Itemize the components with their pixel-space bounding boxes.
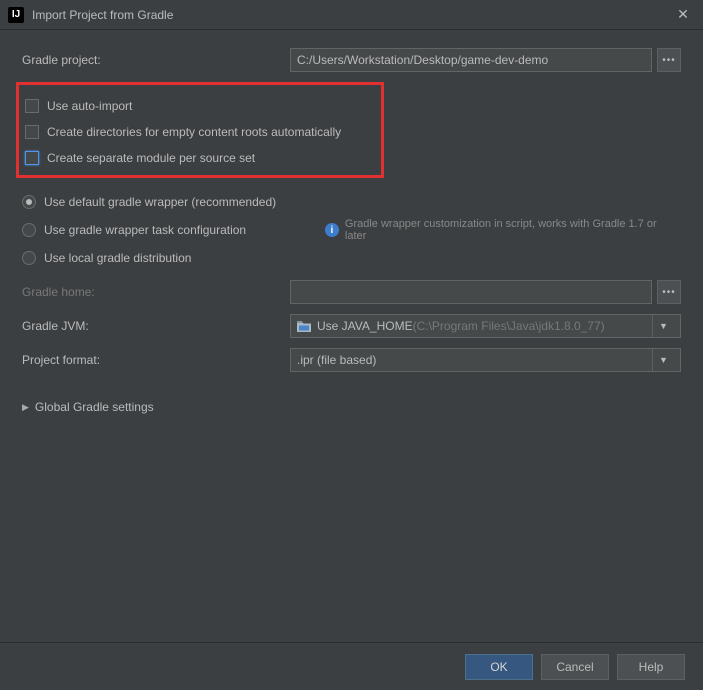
separate-modules-row[interactable]: Create separate module per source set bbox=[23, 145, 377, 171]
local-dist-row[interactable]: Use local gradle distribution bbox=[22, 244, 681, 272]
chevron-down-icon[interactable]: ▼ bbox=[652, 349, 674, 371]
project-format-row: Project format: .ipr (file based) ▼ bbox=[22, 348, 681, 372]
gradle-home-row: Gradle home: ••• bbox=[22, 280, 681, 304]
wrapper-task-hint-text: Gradle wrapper customization in script, … bbox=[345, 218, 681, 242]
cancel-button[interactable]: Cancel bbox=[541, 654, 609, 680]
gradle-jvm-label: Gradle JVM: bbox=[22, 319, 290, 333]
default-wrapper-row[interactable]: Use default gradle wrapper (recommended) bbox=[22, 188, 681, 216]
triangle-right-icon: ▶ bbox=[22, 402, 29, 413]
gradle-jvm-dropdown[interactable]: Use JAVA_HOME (C:\Program Files\Java\jdk… bbox=[290, 314, 681, 338]
create-dirs-row[interactable]: Create directories for empty content roo… bbox=[23, 119, 377, 145]
wrapper-task-row[interactable]: Use gradle wrapper task configuration bbox=[22, 216, 307, 244]
wrapper-task-label: Use gradle wrapper task configuration bbox=[44, 223, 246, 237]
help-button[interactable]: Help bbox=[617, 654, 685, 680]
folder-icon bbox=[297, 321, 311, 332]
gradle-jvm-value: Use JAVA_HOME bbox=[317, 319, 413, 333]
gradle-home-input[interactable] bbox=[290, 280, 652, 304]
intellij-icon: IJ bbox=[8, 7, 24, 23]
gradle-project-row: Gradle project: ••• bbox=[22, 48, 681, 72]
global-settings-expander[interactable]: ▶ Global Gradle settings bbox=[22, 390, 681, 424]
gradle-project-input[interactable] bbox=[290, 48, 652, 72]
create-dirs-label: Create directories for empty content roo… bbox=[47, 125, 341, 139]
separate-modules-label: Create separate module per source set bbox=[47, 151, 255, 165]
browse-gradle-home-button[interactable]: ••• bbox=[657, 280, 681, 304]
project-format-dropdown[interactable]: .ipr (file based) ▼ bbox=[290, 348, 681, 372]
gradle-jvm-detail: (C:\Program Files\Java\jdk1.8.0_77) bbox=[413, 319, 605, 333]
default-wrapper-radio[interactable] bbox=[22, 195, 36, 209]
default-wrapper-label: Use default gradle wrapper (recommended) bbox=[44, 195, 276, 209]
ok-button[interactable]: OK bbox=[465, 654, 533, 680]
local-dist-radio[interactable] bbox=[22, 251, 36, 265]
window-title: Import Project from Gradle bbox=[32, 8, 671, 22]
create-dirs-checkbox[interactable] bbox=[25, 125, 39, 139]
highlighted-options: Use auto-import Create directories for e… bbox=[16, 82, 384, 178]
separate-modules-checkbox[interactable] bbox=[25, 151, 39, 165]
auto-import-row[interactable]: Use auto-import bbox=[23, 93, 377, 119]
browse-gradle-project-button[interactable]: ••• bbox=[657, 48, 681, 72]
gradle-home-label: Gradle home: bbox=[22, 285, 290, 299]
wrapper-task-hint: i Gradle wrapper customization in script… bbox=[325, 218, 681, 242]
wrapper-task-radio[interactable] bbox=[22, 223, 36, 237]
close-icon[interactable]: ✕ bbox=[671, 3, 695, 27]
local-dist-label: Use local gradle distribution bbox=[44, 251, 191, 265]
title-bar: IJ Import Project from Gradle ✕ bbox=[0, 0, 703, 30]
project-format-value: .ipr (file based) bbox=[297, 353, 376, 367]
dialog-content: Gradle project: ••• Use auto-import Crea… bbox=[0, 30, 703, 442]
auto-import-checkbox[interactable] bbox=[25, 99, 39, 113]
global-settings-label: Global Gradle settings bbox=[35, 400, 154, 414]
gradle-jvm-row: Gradle JVM: Use JAVA_HOME (C:\Program Fi… bbox=[22, 314, 681, 338]
project-format-label: Project format: bbox=[22, 353, 290, 367]
button-bar: OK Cancel Help bbox=[0, 642, 703, 690]
chevron-down-icon[interactable]: ▼ bbox=[652, 315, 674, 337]
info-icon: i bbox=[325, 223, 339, 237]
auto-import-label: Use auto-import bbox=[47, 99, 132, 113]
gradle-project-label: Gradle project: bbox=[22, 53, 290, 67]
